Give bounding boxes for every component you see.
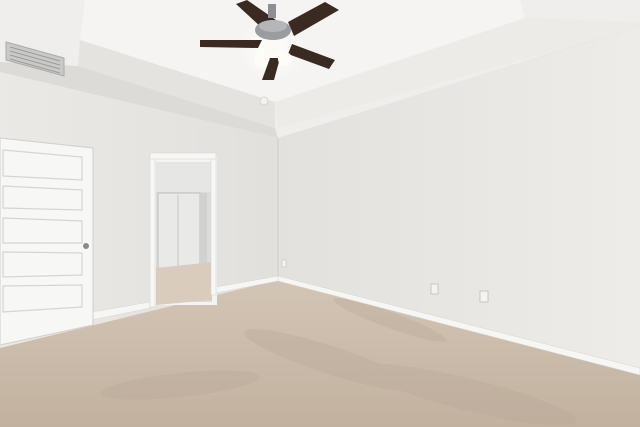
bedroom-door <box>0 137 94 346</box>
smoke-detector <box>259 96 269 106</box>
room-illustration <box>0 0 640 427</box>
empty-bedroom-photo <box>0 0 640 427</box>
power-outlet-icon <box>430 283 439 295</box>
closet-doorway <box>149 152 217 308</box>
power-outlet-icon <box>479 290 489 303</box>
door-knob-icon <box>83 243 89 249</box>
power-outlet-icon <box>281 259 287 268</box>
